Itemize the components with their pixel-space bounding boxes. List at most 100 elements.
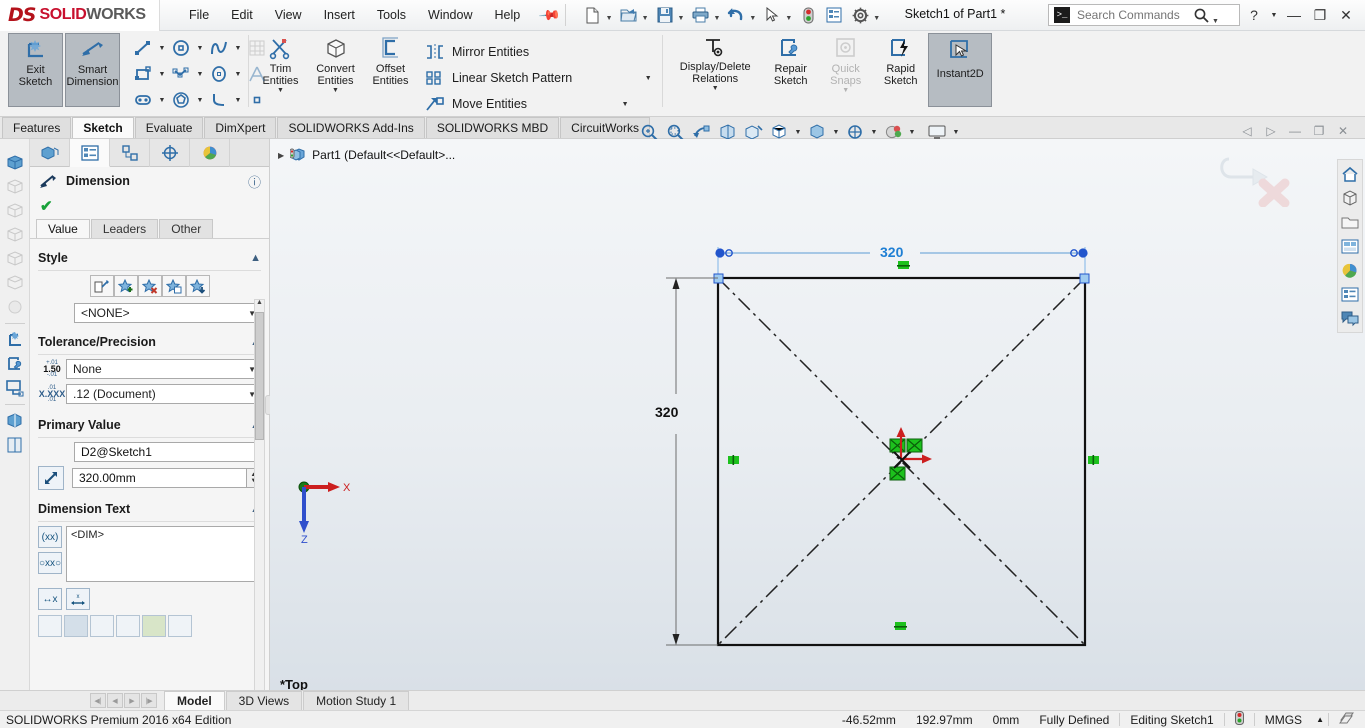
add-style-icon[interactable]	[113, 275, 138, 297]
convert-entities-dropdown[interactable]: ▼	[332, 87, 339, 96]
circle-icon[interactable]	[168, 36, 194, 60]
dimension-top-label[interactable]: 320	[880, 244, 903, 260]
line-icon[interactable]	[130, 36, 156, 60]
spline-icon[interactable]	[206, 36, 232, 60]
move-entities-command[interactable]: Move Entities ▼	[422, 91, 654, 117]
exit-sketch-rail-icon[interactable]	[3, 328, 27, 351]
menu-item-insert[interactable]: Insert	[313, 4, 366, 26]
file-properties-icon[interactable]	[821, 3, 847, 27]
tab-sketch[interactable]: Sketch	[72, 117, 134, 138]
precision-select[interactable]: .12 (Document) ▼	[66, 384, 261, 404]
scroll-up-icon[interactable]: ▲	[255, 299, 264, 310]
back-view-icon[interactable]	[3, 199, 27, 222]
rectangle-icon[interactable]	[130, 62, 156, 86]
menu-item-tools[interactable]: Tools	[366, 4, 417, 26]
dimension-left-label[interactable]: 320	[655, 404, 678, 420]
rebuild-icon[interactable]	[795, 3, 821, 27]
print-icon[interactable]	[687, 3, 713, 27]
instant2d-button[interactable]: Instant2D	[928, 33, 993, 107]
pin-icon[interactable]: 📌	[538, 3, 562, 27]
text-align-bottom-icon[interactable]	[168, 615, 192, 637]
tolerance-type-select[interactable]: None ▼	[66, 359, 261, 379]
minimize-button[interactable]: —	[1281, 3, 1307, 27]
style-select[interactable]: <NONE> ▼	[74, 303, 261, 323]
dimension-name-field[interactable]: D2@Sketch1	[74, 442, 261, 462]
chevron-up-icon[interactable]: ▲	[250, 252, 261, 264]
text-align-middle-icon[interactable]	[142, 615, 166, 637]
ellipse-icon[interactable]	[206, 62, 232, 86]
dimension-symbol-icon[interactable]: x	[66, 588, 90, 610]
text-align-center-icon[interactable]	[64, 615, 88, 637]
add-symbol-icon[interactable]: ↔x	[38, 588, 62, 610]
no-external-references-icon[interactable]	[3, 376, 27, 399]
rapid-sketch-button[interactable]: Rapid Sketch	[873, 33, 928, 87]
nav-first-icon[interactable]: ◀|	[90, 693, 106, 708]
nav-next-icon[interactable]: ▶	[124, 693, 140, 708]
add-parenthesis-icon[interactable]: (xx)	[38, 526, 62, 548]
tab-other[interactable]: Other	[159, 219, 214, 238]
search-input[interactable]	[1075, 7, 1190, 23]
dimension-text-section-header[interactable]: Dimension Text ▲	[38, 496, 261, 522]
arc-icon[interactable]	[206, 88, 232, 112]
text-align-left-icon[interactable]	[38, 615, 62, 637]
menu-item-help[interactable]: Help	[484, 4, 532, 26]
override-value-button[interactable]	[38, 466, 64, 490]
doc-minimize-icon[interactable]: —	[1283, 121, 1307, 141]
graphics-viewport[interactable]: ▶ Part1 (Default<<Default>... X Z 320 32…	[270, 139, 1365, 690]
display-pane-icon[interactable]	[3, 433, 27, 456]
style-section-header[interactable]: Style ▲	[38, 245, 261, 271]
overlay-icon[interactable]	[1329, 711, 1365, 728]
text-align-top-icon[interactable]	[116, 615, 140, 637]
left-view-icon[interactable]	[3, 223, 27, 246]
shaded-view-icon[interactable]	[3, 295, 27, 318]
open-document-icon[interactable]	[616, 3, 642, 27]
primary-value-field[interactable]: 320.00mm	[72, 468, 247, 488]
help-icon[interactable]: ?	[1241, 3, 1267, 27]
view-palette-icon[interactable]	[1339, 235, 1361, 257]
search-commands-box[interactable]: >_ ▼	[1048, 4, 1240, 26]
rebuild-status-icon[interactable]	[1225, 711, 1254, 728]
save-icon[interactable]	[652, 3, 678, 27]
smart-dimension-button[interactable]: Smart Dimension	[65, 33, 120, 107]
appearances-scenes-icon[interactable]	[1339, 259, 1361, 281]
status-units[interactable]: MMGS	[1255, 713, 1312, 727]
text-align-right-icon[interactable]	[90, 615, 114, 637]
slot-icon[interactable]	[130, 88, 156, 112]
tab-solidworks-mbd[interactable]: SOLIDWORKS MBD	[425, 117, 560, 138]
nav-last-icon[interactable]: |▶	[141, 693, 157, 708]
tab-solidworks-add-ins[interactable]: SOLIDWORKS Add-Ins	[277, 117, 425, 138]
bottom-tab-3d-views[interactable]: 3D Views	[225, 691, 303, 710]
menu-item-window[interactable]: Window	[417, 4, 483, 26]
search-icon[interactable]	[1194, 8, 1209, 23]
right-view-icon[interactable]	[3, 247, 27, 270]
menu-item-edit[interactable]: Edit	[220, 4, 264, 26]
mirror-entities-command[interactable]: Mirror Entities	[422, 39, 654, 65]
bottom-tab-motion-study[interactable]: Motion Study 1	[303, 691, 410, 710]
display-delete-relations-button[interactable]: Display/Delete Relations ▼	[667, 33, 763, 94]
tab-dimxpert[interactable]: DimXpert	[204, 117, 277, 138]
tab-evaluate[interactable]: Evaluate	[134, 117, 204, 138]
inspection-dimension-icon[interactable]: ○xx○	[38, 552, 62, 574]
file-explorer-icon[interactable]	[1339, 211, 1361, 233]
custom-properties-icon[interactable]	[1339, 283, 1361, 305]
repair-sketch-button[interactable]: Repair Sketch	[763, 33, 818, 87]
help-icon[interactable]: ⓘ	[248, 172, 261, 191]
exit-sketch-button[interactable]: Exit Sketch	[8, 33, 63, 107]
units-dropdown-icon[interactable]: ▲	[1312, 715, 1328, 724]
nav-prev-icon[interactable]: ◀	[107, 693, 123, 708]
polygon-path-icon[interactable]	[168, 62, 194, 86]
doc-restore-icon[interactable]: ❐	[1307, 121, 1331, 141]
tab-leaders[interactable]: Leaders	[90, 219, 159, 238]
primary-value-section-header[interactable]: Primary Value ▲	[38, 412, 261, 438]
sketch-canvas[interactable]: X Z	[270, 139, 1365, 690]
new-document-icon[interactable]	[580, 3, 606, 27]
scroll-thumb[interactable]	[255, 312, 264, 440]
help-dropdown-icon[interactable]: ▼	[1267, 3, 1281, 27]
undo-icon[interactable]	[723, 3, 749, 27]
close-button[interactable]: ✕	[1333, 3, 1359, 27]
bottom-tab-model[interactable]: Model	[164, 691, 225, 710]
display-delete-relations-dropdown[interactable]: ▼	[712, 85, 719, 94]
tolerance-section-header[interactable]: Tolerance/Precision ▲	[38, 329, 261, 355]
dimension-text-field[interactable]: <DIM>	[66, 526, 261, 582]
home-icon[interactable]	[1339, 163, 1361, 185]
